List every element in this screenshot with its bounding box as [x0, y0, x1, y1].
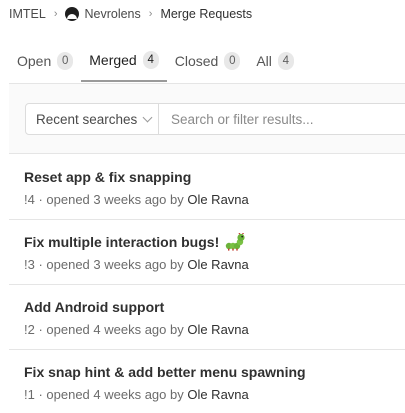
breadcrumb-group-link[interactable]: IMTEL — [9, 7, 46, 21]
list-item: Fix multiple interaction bugs! !3 · open… — [9, 220, 405, 285]
merge-request-title: Reset app & fix snapping — [24, 169, 192, 185]
breadcrumb-separator: › — [148, 8, 153, 20]
merge-request-title-link[interactable]: Fix multiple interaction bugs! — [24, 233, 405, 251]
merge-request-meta-text: !3 · opened 3 weeks ago by — [24, 257, 188, 272]
tab-count-badge: 4 — [277, 52, 294, 70]
merge-request-meta: !3 · opened 3 weeks ago by Ole Ravna — [24, 257, 405, 272]
merge-request-title-link[interactable]: Fix snap hint & add better menu spawning — [24, 363, 405, 381]
author-link[interactable]: Ole Ravna — [187, 257, 248, 272]
merge-request-list: Reset app & fix snapping !4 · opened 3 w… — [9, 155, 405, 413]
author-link[interactable]: Ole Ravna — [187, 387, 248, 402]
merge-request-meta: !1 · opened 4 weeks ago by Ole Ravna — [24, 387, 405, 402]
merge-request-meta-text: !1 · opened 4 weeks ago by — [24, 387, 188, 402]
breadcrumb-project-link[interactable]: Nevrolens — [84, 7, 140, 21]
breadcrumb: IMTEL › Nevrolens › Merge Requests — [9, 6, 252, 22]
search-input[interactable] — [159, 104, 405, 134]
tab-count-badge: 0 — [224, 52, 241, 70]
author-link[interactable]: Ole Ravna — [187, 322, 248, 337]
recent-searches-label: Recent searches — [36, 111, 138, 127]
chevron-down-icon — [142, 112, 153, 122]
filter-bar: Recent searches — [9, 84, 405, 154]
tab-all[interactable]: All 4 — [248, 40, 302, 82]
list-item: Fix snap hint & add better menu spawning… — [9, 350, 405, 413]
tab-label: All — [256, 53, 272, 69]
merge-request-title: Fix multiple interaction bugs! — [24, 234, 220, 250]
tab-label: Merged — [89, 52, 137, 68]
author-link[interactable]: Ole Ravna — [187, 192, 248, 207]
list-item: Reset app & fix snapping !4 · opened 3 w… — [9, 155, 405, 220]
merge-request-meta: !4 · opened 3 weeks ago by Ole Ravna — [24, 192, 405, 207]
merge-request-meta: !2 · opened 4 weeks ago by Ole Ravna — [24, 322, 405, 337]
tab-count-badge: 4 — [142, 51, 159, 69]
tab-label: Closed — [174, 53, 219, 69]
tab-merged[interactable]: Merged 4 — [81, 40, 167, 82]
merge-request-title: Fix snap hint & add better menu spawning — [24, 364, 306, 380]
merge-request-title-link[interactable]: Reset app & fix snapping — [24, 168, 405, 186]
merge-request-tabs: Open 0 Merged 4 Closed 0 All 4 — [9, 40, 405, 84]
breadcrumb-current-page[interactable]: Merge Requests — [160, 7, 252, 21]
tab-label: Open — [17, 53, 52, 69]
recent-searches-dropdown[interactable]: Recent searches — [26, 104, 159, 134]
tab-count-badge: 0 — [57, 52, 74, 70]
merge-request-meta-text: !2 · opened 4 weeks ago by — [24, 322, 188, 337]
filter-box: Recent searches — [25, 103, 405, 135]
list-item: Add Android support !2 · opened 4 weeks … — [9, 285, 405, 350]
tab-open[interactable]: Open 0 — [9, 40, 81, 82]
merge-request-meta-text: !4 · opened 3 weeks ago by — [24, 192, 188, 207]
merge-request-title: Add Android support — [24, 299, 165, 315]
tab-closed[interactable]: Closed 0 — [167, 40, 249, 82]
breadcrumb-separator: › — [53, 8, 58, 20]
project-avatar-icon[interactable] — [65, 7, 80, 21]
merge-request-title-link[interactable]: Add Android support — [24, 298, 405, 316]
caterpillar-icon — [226, 233, 245, 251]
